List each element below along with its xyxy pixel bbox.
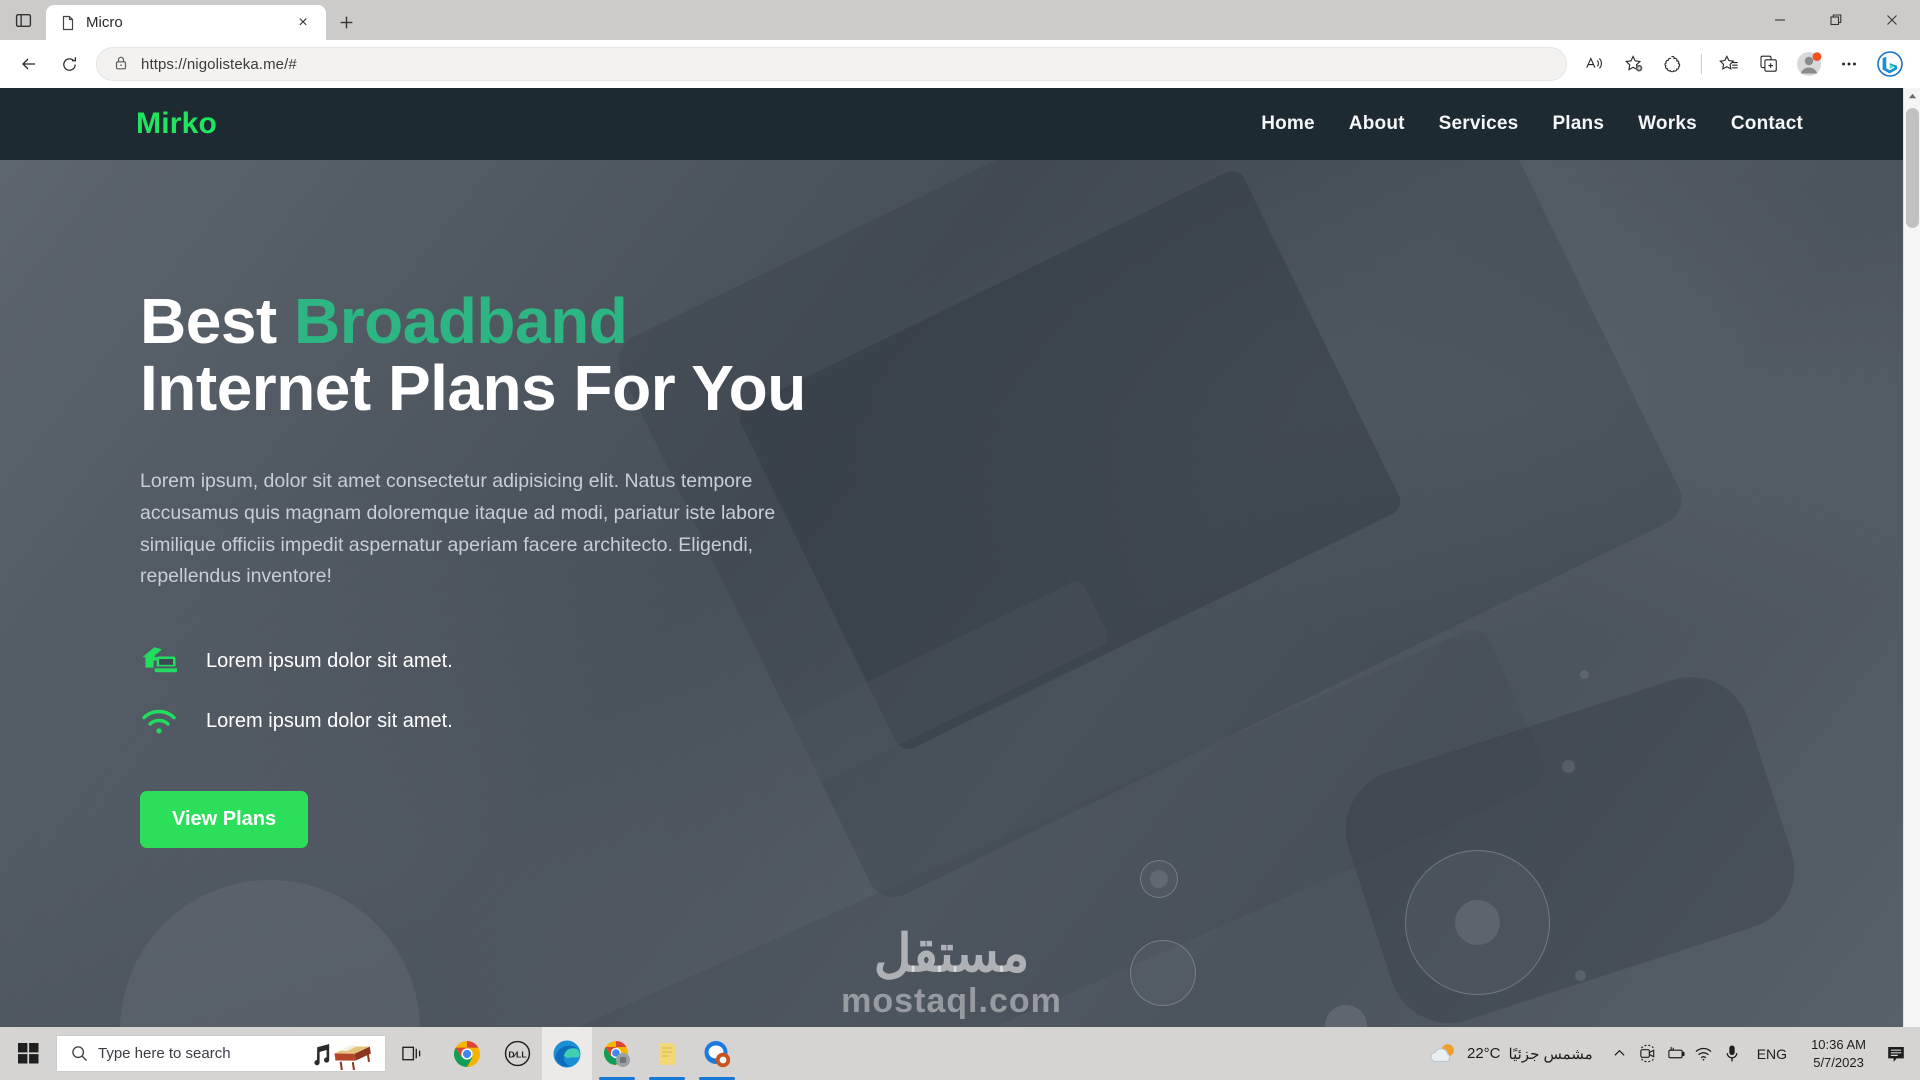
task-view-icon[interactable] — [386, 1027, 436, 1080]
hero-cta: View Plans — [140, 790, 820, 848]
weather-condition: مشمس جزئيًا — [1508, 1045, 1593, 1063]
settings-more-icon[interactable] — [1830, 45, 1868, 83]
nav-item-contact[interactable]: Contact — [1731, 113, 1803, 135]
profile-avatar[interactable] — [1790, 45, 1828, 83]
clock-date: 5/7/2023 — [1813, 1054, 1864, 1070]
nav-item-works[interactable]: Works — [1638, 113, 1697, 135]
meeting-camera-icon[interactable] — [1635, 1034, 1661, 1074]
music-piano-icon — [313, 1037, 375, 1071]
list-item: Lorem ipsum dolor sit amet. — [140, 645, 820, 679]
wifi-icon[interactable] — [1691, 1034, 1717, 1074]
hero-content: Best Broadband Internet Plans For You Lo… — [0, 160, 820, 848]
taskbar-app-chrome[interactable] — [442, 1027, 492, 1080]
tab-title: Micro — [86, 14, 123, 31]
site-navigation: Home About Services Plans Works Contact — [1261, 113, 1803, 135]
scroll-up-icon[interactable] — [1904, 88, 1920, 105]
restore-button[interactable] — [1808, 0, 1864, 40]
minimize-button[interactable] — [1752, 0, 1808, 40]
collections-icon[interactable] — [1655, 45, 1693, 83]
refresh-icon[interactable] — [50, 45, 88, 83]
toolbar-divider — [1701, 54, 1702, 74]
hero-title-accent: Broadband — [294, 285, 628, 357]
add-favorite-icon[interactable] — [1615, 45, 1653, 83]
window-controls — [1752, 0, 1920, 40]
nav-item-home[interactable]: Home — [1261, 113, 1315, 135]
hero-feature-list: Lorem ipsum dolor sit amet. Lorem ipsum … — [140, 645, 820, 739]
feature-label: Lorem ipsum dolor sit amet. — [206, 710, 453, 733]
language-indicator[interactable]: ENG — [1747, 1046, 1797, 1062]
watermark-latin: mostaql.com — [841, 982, 1062, 1020]
page-viewport: Mirko Home About Services Plans Works Co… — [0, 88, 1920, 1027]
hero-section: Best Broadband Internet Plans For You Lo… — [0, 160, 1903, 1027]
taskbar-app-messenger[interactable] — [692, 1027, 742, 1080]
hero-title: Best Broadband Internet Plans For You — [140, 285, 820, 425]
search-input[interactable]: Type here to search — [56, 1035, 386, 1072]
decorative-circle — [1562, 760, 1575, 773]
search-icon — [72, 1046, 87, 1061]
action-center-icon[interactable] — [1876, 1027, 1916, 1080]
bing-chat-icon[interactable] — [1870, 44, 1910, 84]
hero-title-line2: Internet Plans For You — [140, 352, 806, 425]
decorative-circle — [1150, 870, 1168, 888]
close-icon[interactable]: × — [290, 10, 316, 36]
tab-actions-icon[interactable] — [0, 0, 46, 40]
watermark: مستقل mostaql.com — [0, 928, 1903, 1021]
nav-item-services[interactable]: Services — [1439, 113, 1519, 135]
hero-title-line1-plain: Best — [140, 285, 294, 357]
svg-text:D∕LL: D∕LL — [508, 1049, 527, 1059]
windows-taskbar: Type here to search D∕LL 22°C مشمس جزئيً… — [0, 1027, 1920, 1080]
url-text: https://nigolisteka.me/# — [141, 55, 297, 73]
start-button-icon[interactable] — [0, 1027, 56, 1080]
weather-icon — [1430, 1043, 1454, 1062]
decorative-circle — [1580, 670, 1589, 679]
show-hidden-icons-chevron-icon[interactable] — [1607, 1034, 1633, 1074]
address-bar[interactable]: https://nigolisteka.me/# — [96, 47, 1567, 81]
list-item: Lorem ipsum dolor sit amet. — [140, 705, 820, 739]
taskbar-app-list: D∕LL — [442, 1027, 742, 1080]
taskbar-app-edge[interactable] — [542, 1027, 592, 1080]
close-window-button[interactable] — [1864, 0, 1920, 40]
vertical-scrollbar[interactable] — [1903, 88, 1920, 1027]
search-placeholder: Type here to search — [98, 1045, 231, 1062]
split-screen-icon[interactable] — [1750, 45, 1788, 83]
watermark-arabic: مستقل — [873, 925, 1030, 983]
microphone-icon[interactable] — [1719, 1034, 1745, 1074]
taskbar-app-chrome-secondary[interactable] — [592, 1027, 642, 1080]
site-header: Mirko Home About Services Plans Works Co… — [0, 88, 1903, 160]
nav-item-plans[interactable]: Plans — [1552, 113, 1604, 135]
system-tray: 22°C مشمس جزئيًا ENG 10:36 AM 5/7/2023 — [1415, 1027, 1920, 1080]
weather-widget[interactable]: 22°C مشمس جزئيًا — [1415, 1041, 1603, 1067]
feature-label: Lorem ipsum dolor sit amet. — [206, 650, 453, 673]
clock[interactable]: 10:36 AM 5/7/2023 — [1801, 1036, 1876, 1071]
favorites-icon[interactable] — [1710, 45, 1748, 83]
hero-description: Lorem ipsum, dolor sit amet consectetur … — [140, 470, 776, 588]
lock-icon — [113, 55, 131, 73]
browser-navigation-bar: https://nigolisteka.me/# — [0, 40, 1920, 88]
nav-item-about[interactable]: About — [1349, 113, 1405, 135]
new-tab-button[interactable] — [326, 4, 366, 40]
back-icon[interactable] — [10, 45, 48, 83]
browser-tab[interactable]: Micro × — [46, 5, 326, 40]
browser-window: Micro × https://nigolisteka.me/# Mirko H… — [0, 0, 1920, 1027]
browser-toolbar-actions — [1575, 44, 1910, 84]
clock-time: 10:36 AM — [1811, 1036, 1866, 1052]
read-aloud-icon[interactable] — [1575, 45, 1613, 83]
scrollbar-thumb[interactable] — [1906, 108, 1919, 228]
view-plans-button[interactable]: View Plans — [140, 790, 309, 848]
wifi-icon — [140, 705, 178, 739]
taskbar-app-notes[interactable] — [642, 1027, 692, 1080]
house-laptop-icon — [140, 645, 178, 679]
taskbar-app-dell[interactable]: D∕LL — [492, 1027, 542, 1080]
weather-temperature: 22°C — [1467, 1045, 1501, 1062]
battery-icon[interactable] — [1663, 1034, 1689, 1074]
browser-titlebar: Micro × — [0, 0, 1920, 40]
tray-icon-list: ENG — [1603, 1034, 1801, 1074]
page-icon — [60, 15, 76, 31]
site-logo[interactable]: Mirko — [136, 107, 217, 141]
